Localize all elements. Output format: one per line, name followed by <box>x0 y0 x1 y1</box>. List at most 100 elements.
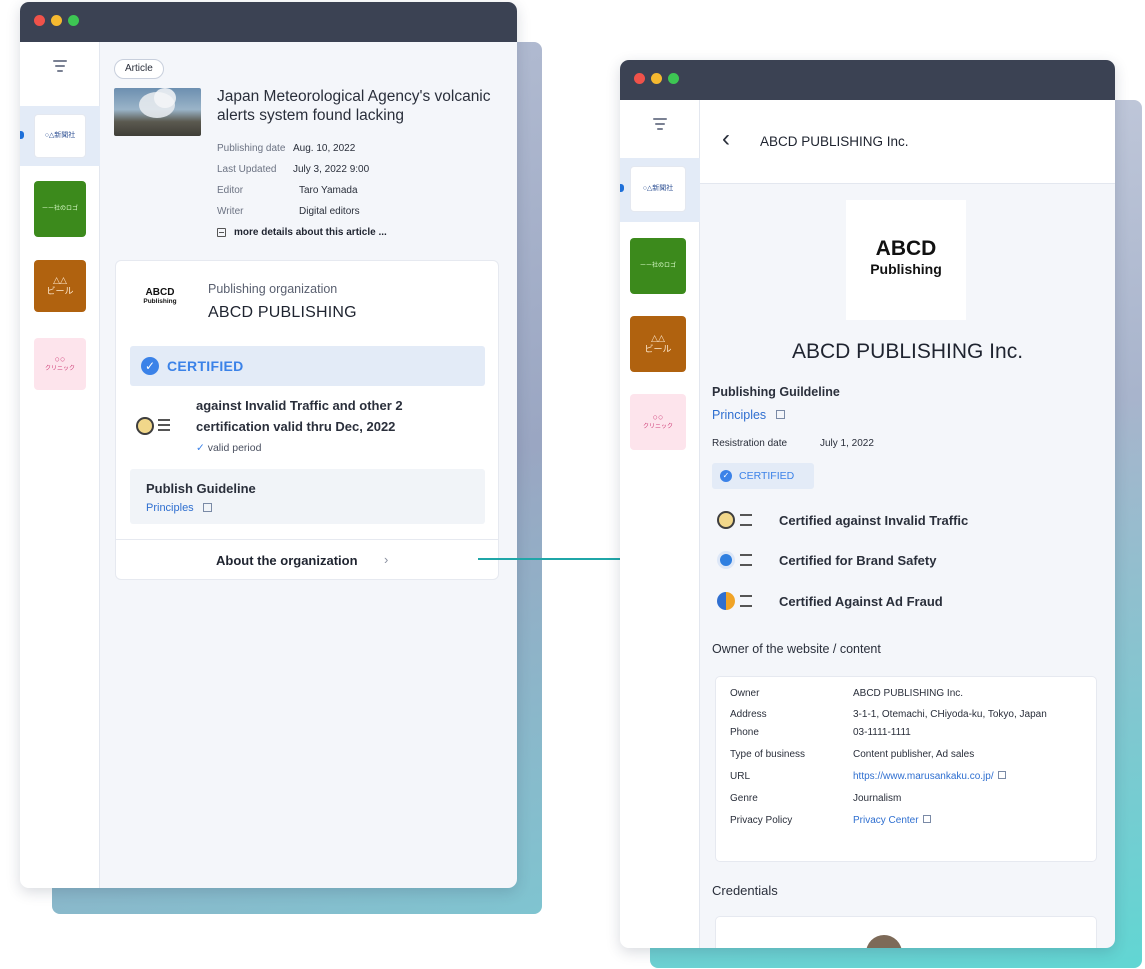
right-window: ○△新聞社 ーー社のロゴ △△ ビール ○○ クリニック ‹ ABCD PUBL… <box>620 60 1115 948</box>
sidebar-item-news[interactable]: ○△新聞社 <box>34 114 86 158</box>
more-details-label: more details about this article ... <box>234 227 387 238</box>
registration-value: July 1, 2022 <box>820 438 874 449</box>
valid-period-label: valid period <box>207 442 262 454</box>
meta-value: Taro Yamada <box>299 185 358 196</box>
privacy-center-link[interactable]: Privacy Center <box>853 814 931 828</box>
certification-seal-icon <box>136 417 154 435</box>
document-icon <box>217 228 226 237</box>
article-thumbnail[interactable] <box>114 88 201 136</box>
publish-guideline-title: Publish Guideline <box>146 481 256 496</box>
external-link-icon <box>922 815 931 823</box>
sidebar-item-beer-line2: ビール <box>46 286 74 296</box>
check-badge-icon: ✓ <box>141 357 159 375</box>
maximize-dot[interactable] <box>68 15 79 26</box>
external-link-icon <box>775 410 785 419</box>
meta-value: Digital editors <box>299 206 360 217</box>
article-tag: Article <box>114 59 164 79</box>
invalid-traffic-seal-icon <box>717 511 735 529</box>
right-sidebar: ○△新聞社 ーー社のロゴ △△ ビール ○○ クリニック <box>620 100 700 948</box>
back-chevron-icon[interactable]: ‹ <box>722 127 730 151</box>
left-titlebar <box>20 2 517 42</box>
owner-value: ABCD PUBLISHING Inc. <box>853 688 964 699</box>
owner-label: Genre <box>730 793 758 804</box>
credentials-card <box>715 916 1097 948</box>
publish-guideline-box: Publish Guideline Principles <box>130 469 485 524</box>
detail-header-title: ABCD PUBLISHING Inc. <box>760 134 909 149</box>
guideline-principles-link[interactable]: Principles <box>146 502 212 514</box>
about-organization-button[interactable]: About the organization › <box>116 539 498 579</box>
meta-value: July 3, 2022 9:00 <box>293 164 370 175</box>
sidebar-item-company[interactable]: ーー社のロゴ <box>630 238 686 294</box>
meta-label: Writer <box>217 206 244 217</box>
minimize-dot[interactable] <box>651 73 662 84</box>
more-details-link[interactable]: more details about this article ... <box>217 222 497 243</box>
privacy-center-label: Privacy Center <box>853 815 919 826</box>
left-window: ○△新聞社 ーー社のロゴ △△ ビール ○○ クリニック Article Jap… <box>20 2 517 888</box>
org-name: ABCD PUBLISHING <box>208 304 357 321</box>
detail-org-name: ABCD PUBLISHING Inc. <box>791 340 1024 363</box>
left-sidebar: ○△新聞社 ーー社のロゴ △△ ビール ○○ クリニック <box>20 42 100 888</box>
document-icon <box>740 514 752 526</box>
sidebar-item-beer[interactable]: △△ ビール <box>630 316 686 372</box>
menu-icon[interactable] <box>53 60 67 72</box>
article-meta: Publishing date Aug. 10, 2022 Last Updat… <box>217 138 497 243</box>
sidebar-item-company[interactable]: ーー社のロゴ <box>34 181 86 237</box>
certified-label: CERTIFIED <box>167 358 244 374</box>
owner-row: Phone 03-1111-1111 <box>730 726 1096 740</box>
owner-row: Type of business Content publisher, Ad s… <box>730 748 1096 762</box>
credentials-heading: Credentials <box>712 883 778 898</box>
org-logo: ABCD Publishing <box>130 287 190 305</box>
meta-row: Editor Taro Yamada <box>217 180 497 201</box>
close-dot[interactable] <box>34 15 45 26</box>
document-icon <box>740 554 752 566</box>
owner-label: Owner <box>730 688 760 699</box>
sidebar-item-beer[interactable]: △△ ビール <box>34 260 86 312</box>
meta-label: Publishing date <box>217 143 286 154</box>
sidebar-selected-marker <box>20 131 24 139</box>
url-link-label: https://www.marusankaku.co.jp/ <box>853 771 994 782</box>
sidebar-item-news[interactable]: ○△新聞社 <box>630 166 686 212</box>
org-card: ABCD Publishing Publishing organization … <box>115 260 499 580</box>
brand-safety-seal-icon <box>717 551 735 569</box>
close-dot[interactable] <box>634 73 645 84</box>
detail-logo: ABCD Publishing <box>846 200 966 320</box>
sidebar-item-beer-line1: △△ <box>53 275 67 285</box>
check-icon: ✓ <box>196 442 208 454</box>
sidebar-selected-marker <box>620 184 624 192</box>
owner-heading: Owner of the website / content <box>712 642 881 656</box>
detail-guideline-title: Publishing Guildeline <box>712 385 840 399</box>
right-titlebar <box>620 60 1115 100</box>
url-link[interactable]: https://www.marusankaku.co.jp/ <box>853 770 1006 784</box>
menu-icon[interactable] <box>653 118 667 130</box>
meta-value: Aug. 10, 2022 <box>293 143 356 154</box>
meta-row: Last Updated July 3, 2022 9:00 <box>217 159 497 180</box>
owner-row: Genre Journalism <box>730 792 1096 806</box>
article-tag-label: Article <box>125 63 153 74</box>
owner-label: URL <box>730 771 751 782</box>
cert-ad-fraud: Certified Against Ad Fraud <box>779 594 943 609</box>
owner-row: Privacy Policy Privacy Center <box>730 814 1096 828</box>
registration-label: Resistration date <box>712 438 788 449</box>
sidebar-item-clinic[interactable]: ○○ クリニック <box>34 338 86 390</box>
article-title[interactable]: Japan Meteorological Agency's volcanic a… <box>217 87 507 125</box>
chevron-right-icon: › <box>384 552 389 567</box>
minimize-dot[interactable] <box>51 15 62 26</box>
meta-row: Publishing date Aug. 10, 2022 <box>217 138 497 159</box>
detail-principles-label: Principles <box>712 408 767 422</box>
sidebar-item-clinic-line1: ○○ <box>54 354 66 364</box>
owner-row: Owner ABCD PUBLISHING Inc. <box>730 687 1096 701</box>
owner-label: Privacy Policy <box>730 815 793 826</box>
registration-row: Resistration date July 1, 2022 <box>712 438 874 449</box>
owner-table: Owner ABCD PUBLISHING Inc. Address 3-1-1… <box>715 676 1097 862</box>
avatar <box>866 935 902 948</box>
detail-principles-link[interactable]: Principles <box>712 408 785 422</box>
sidebar-item-clinic-line1: ○○ <box>652 412 664 422</box>
maximize-dot[interactable] <box>668 73 679 84</box>
org-logo-line1: ABCD <box>145 287 175 298</box>
sidebar-item-news-label: ○△新聞社 <box>642 185 674 192</box>
owner-value: 3-1-1, Otemachi, CHiyoda-ku, Tokyo, Japa… <box>853 709 1047 720</box>
sidebar-item-clinic[interactable]: ○○ クリニック <box>630 394 686 450</box>
certified-banner: ✓ CERTIFIED <box>130 346 485 386</box>
owner-label: Type of business <box>730 749 806 760</box>
cert-invalid-traffic: Certified against Invalid Traffic <box>779 513 969 528</box>
